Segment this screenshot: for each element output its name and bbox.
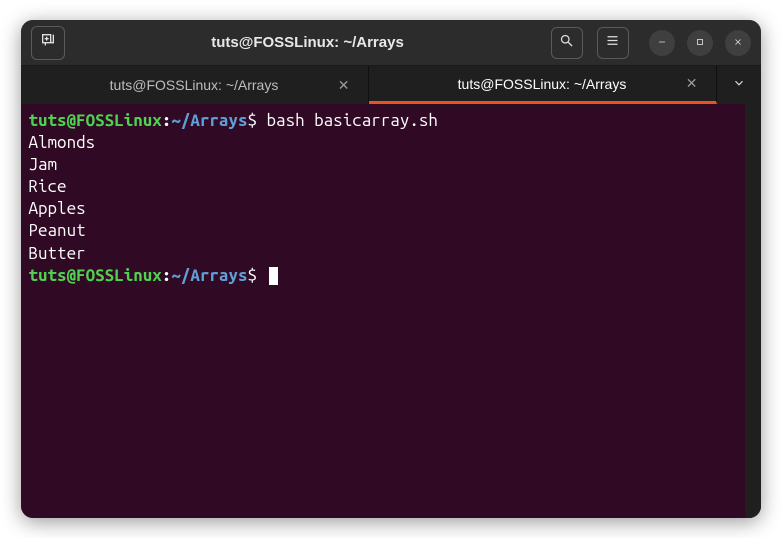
tab-close-icon[interactable]: ✕ xyxy=(686,75,698,92)
tab-2[interactable]: tuts@FOSSLinux: ~/Arrays ✕ xyxy=(369,66,717,104)
tab-label: tuts@FOSSLinux: ~/Arrays xyxy=(110,77,279,93)
titlebar-right xyxy=(551,27,751,59)
hamburger-icon xyxy=(605,33,620,53)
output-line: Butter xyxy=(29,243,737,265)
minimize-icon xyxy=(657,34,667,52)
window-title: tuts@FOSSLinux: ~/Arrays xyxy=(65,34,551,51)
titlebar: tuts@FOSSLinux: ~/Arrays xyxy=(21,20,761,66)
output-line: Jam xyxy=(29,154,737,176)
new-tab-icon xyxy=(40,32,56,53)
maximize-button[interactable] xyxy=(687,30,713,56)
prompt-user-host: tuts@FOSSLinux xyxy=(29,266,162,285)
window-controls xyxy=(649,30,751,56)
prompt-symbol: $ xyxy=(247,266,266,285)
close-button[interactable] xyxy=(725,30,751,56)
close-icon xyxy=(733,34,743,52)
prompt-colon: : xyxy=(162,266,172,285)
minimize-button[interactable] xyxy=(649,30,675,56)
prompt-symbol: $ xyxy=(247,111,266,130)
prompt-path: ~/Arrays xyxy=(171,266,247,285)
prompt-colon: : xyxy=(162,111,172,130)
terminal-content[interactable]: tuts@FOSSLinux:~/Arrays$ bash basicarray… xyxy=(21,104,761,518)
menu-button[interactable] xyxy=(597,27,629,59)
output-line: Apples xyxy=(29,198,737,220)
terminal-window: tuts@FOSSLinux: ~/Arrays xyxy=(21,20,761,518)
command-text: bash basicarray.sh xyxy=(267,111,438,130)
output-line: Almonds xyxy=(29,132,737,154)
output-line: Rice xyxy=(29,176,737,198)
maximize-icon xyxy=(695,34,705,52)
titlebar-left xyxy=(31,26,65,60)
prompt-line: tuts@FOSSLinux:~/Arrays$ xyxy=(29,265,737,287)
search-button[interactable] xyxy=(551,27,583,59)
chevron-down-icon xyxy=(732,76,746,95)
new-tab-button[interactable] xyxy=(31,26,65,60)
search-icon xyxy=(559,33,574,53)
prompt-line: tuts@FOSSLinux:~/Arrays$ bash basicarray… xyxy=(29,110,737,132)
output-line: Peanut xyxy=(29,220,737,242)
tab-bar: tuts@FOSSLinux: ~/Arrays ✕ tuts@FOSSLinu… xyxy=(21,66,761,104)
tab-dropdown-button[interactable] xyxy=(717,66,761,104)
prompt-user-host: tuts@FOSSLinux xyxy=(29,111,162,130)
tab-label: tuts@FOSSLinux: ~/Arrays xyxy=(458,76,627,92)
cursor xyxy=(269,267,278,285)
tab-1[interactable]: tuts@FOSSLinux: ~/Arrays ✕ xyxy=(21,66,369,104)
prompt-path: ~/Arrays xyxy=(171,111,247,130)
tab-close-icon[interactable]: ✕ xyxy=(338,77,350,94)
